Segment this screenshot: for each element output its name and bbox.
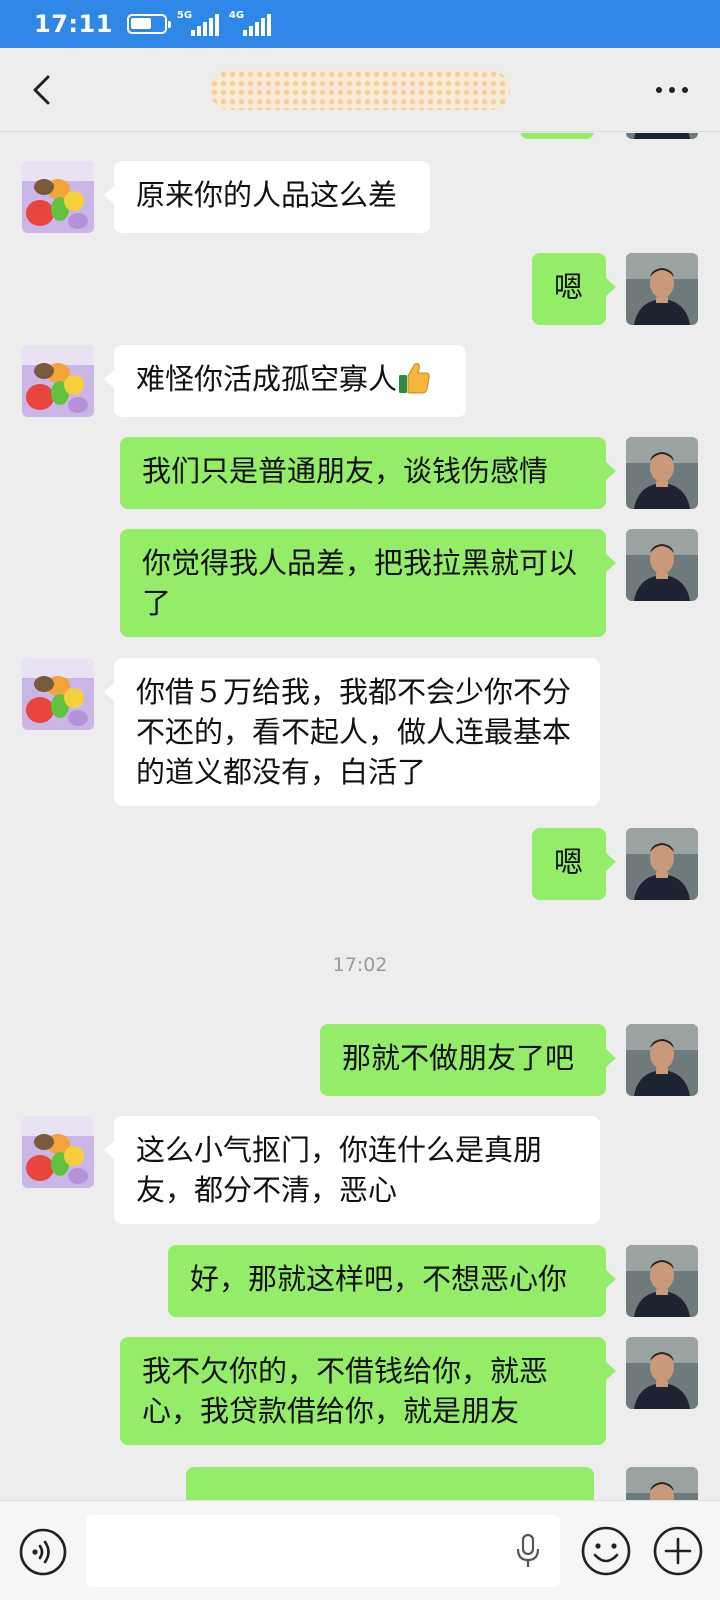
message-row: 我不欠你的，不借钱给你，就恶心，我贷款借给你，就是朋友 <box>0 1337 720 1447</box>
chevron-left-icon[interactable] <box>26 72 62 108</box>
avatar-self[interactable] <box>626 133 698 139</box>
input-bar <box>0 1500 720 1600</box>
message-bubble-partial <box>520 133 594 139</box>
message-bubble-outgoing[interactable]: 嗯 <box>532 828 616 900</box>
microphone-icon[interactable] <box>514 1533 542 1569</box>
message-row: 嗯 <box>0 253 720 325</box>
avatar-friend[interactable] <box>22 345 94 417</box>
battery-icon <box>126 14 171 34</box>
message-row: 你觉得我人品差，把我拉黑就可以了 <box>0 529 720 639</box>
more-horizontal-icon[interactable] <box>654 84 690 96</box>
timestamp: 17:02 <box>332 954 388 976</box>
avatar-self[interactable] <box>626 1245 698 1317</box>
message-text: 难怪你活成孤空寡人 <box>136 362 398 396</box>
message-row: 难怪你活成孤空寡人 <box>0 345 720 417</box>
message-row-partial <box>0 1467 720 1500</box>
message-row: 我们只是普通朋友，谈钱伤感情 <box>0 437 720 509</box>
message-row: 这么小气抠门，你连什么是真朋友，都分不清，恶心 <box>0 1116 720 1226</box>
status-time: 17:11 <box>34 10 113 38</box>
avatar-friend[interactable] <box>22 161 94 233</box>
message-bubble-outgoing[interactable]: 好，那就这样吧，不想恶心你 <box>168 1245 616 1317</box>
message-row: 原来你的人品这么差 <box>0 161 720 233</box>
message-bubble-incoming[interactable]: 原来你的人品这么差 <box>104 161 430 233</box>
message-row: 那就不做朋友了吧 <box>0 1024 720 1096</box>
message-row: 好，那就这样吧，不想恶心你 <box>0 1245 720 1317</box>
avatar-friend[interactable] <box>22 1116 94 1188</box>
message-row: 你借５万给我，我都不会少你不分不还的，看不起人，做人连最基本的道义都没有，白活了 <box>0 658 720 806</box>
message-bubble-outgoing[interactable]: 我们只是普通朋友，谈钱伤感情 <box>120 437 616 509</box>
avatar-self[interactable] <box>626 437 698 509</box>
message-bubble-outgoing[interactable]: 那就不做朋友了吧 <box>320 1024 616 1096</box>
avatar-friend[interactable] <box>22 658 94 730</box>
thumbs-up-icon <box>399 363 430 394</box>
network-label-4g: 4G <box>228 10 245 21</box>
message-input[interactable] <box>86 1515 560 1587</box>
signal-4g-icon: 4G <box>228 10 271 36</box>
chat-header <box>0 48 720 132</box>
signal-5g-icon: 5G <box>176 10 219 36</box>
plus-icon[interactable] <box>652 1525 704 1577</box>
message-bubble-incoming[interactable]: 你借５万给我，我都不会少你不分不还的，看不起人，做人连最基本的道义都没有，白活了 <box>104 658 600 806</box>
message-bubble-outgoing[interactable]: 我不欠你的，不借钱给你，就恶心，我贷款借给你，就是朋友 <box>120 1337 616 1445</box>
avatar-self[interactable] <box>626 1467 698 1500</box>
message-bubble-outgoing[interactable]: 嗯 <box>532 253 616 325</box>
message-bubble-incoming[interactable]: 这么小气抠门，你连什么是真朋友，都分不清，恶心 <box>104 1116 600 1224</box>
message-row: 嗯 <box>0 828 720 900</box>
message-bubble-partial <box>186 1467 594 1500</box>
message-list[interactable]: 原来你的人品这么差 嗯 难怪你活成孤空寡人 我们只是普通朋友，谈钱伤感情 你觉得… <box>0 133 720 1500</box>
chat-title-blurred <box>210 70 510 110</box>
message-bubble-incoming[interactable]: 难怪你活成孤空寡人 <box>104 345 466 417</box>
avatar-self[interactable] <box>626 253 698 325</box>
emoji-icon[interactable] <box>580 1525 632 1577</box>
avatar-self[interactable] <box>626 1024 698 1096</box>
status-bar: 17:11 5G 4G <box>0 0 720 48</box>
message-bubble-outgoing[interactable]: 你觉得我人品差，把我拉黑就可以了 <box>120 529 616 637</box>
avatar-self[interactable] <box>626 1337 698 1409</box>
avatar-self[interactable] <box>626 529 698 601</box>
network-label-5g: 5G <box>176 10 193 21</box>
voice-icon[interactable] <box>18 1527 68 1577</box>
avatar-self[interactable] <box>626 828 698 900</box>
message-row-partial <box>0 133 720 139</box>
